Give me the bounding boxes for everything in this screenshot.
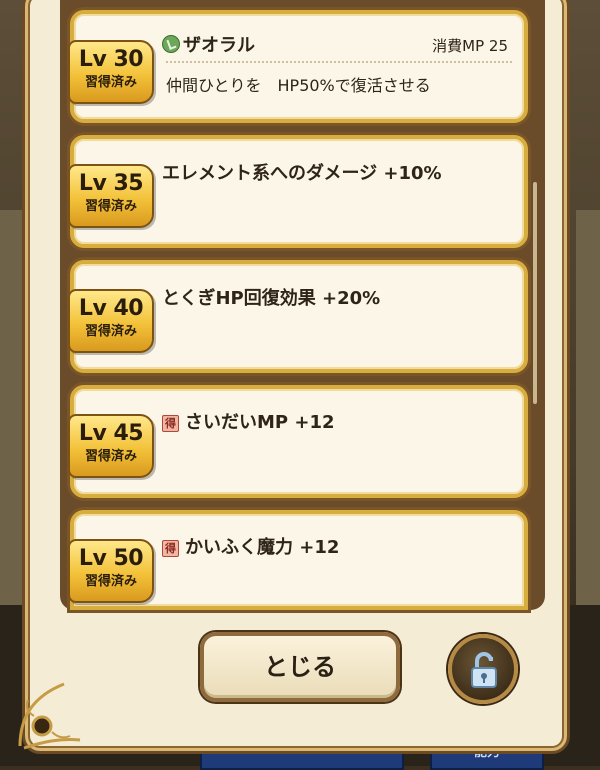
- lock-button[interactable]: [448, 634, 518, 704]
- learned-status: 習得済み: [84, 449, 137, 464]
- level-label: Lv 30: [78, 47, 144, 72]
- scrollbar[interactable]: [533, 182, 537, 404]
- skill-name: とくぎHP回復効果 +20%: [162, 288, 381, 309]
- level-label: Lv 50: [78, 546, 144, 571]
- level-badge-lv45: Lv 45 習得済み: [68, 414, 154, 478]
- corner-ornament-icon: [18, 682, 81, 750]
- skill-name: エレメント系へのダメージ +10%: [162, 163, 442, 184]
- divider: [166, 61, 512, 63]
- skill-name: ザオラル: [162, 31, 255, 57]
- skill-description: 仲間ひとりを HP50%で復活させる: [166, 76, 431, 95]
- herb-icon: [162, 35, 180, 53]
- learned-status: 習得済み: [84, 199, 137, 214]
- close-button[interactable]: とじる: [200, 632, 400, 702]
- mp-cost: 消費MP 25: [432, 37, 508, 55]
- level-label: Lv 35: [78, 171, 144, 196]
- level-badge-lv35: Lv 35 習得済み: [68, 164, 154, 228]
- level-badge-lv50: Lv 50 習得済み: [68, 539, 154, 603]
- bonus-icon: 得: [162, 415, 179, 432]
- learned-status: 習得済み: [84, 75, 137, 90]
- unlocked-padlock-icon: [471, 652, 497, 688]
- skill-name: 得かいふく魔力 +12: [162, 533, 339, 559]
- level-label: Lv 40: [78, 296, 144, 321]
- level-badge-lv30: Lv 30 習得済み: [68, 40, 154, 104]
- level-badge-lv40: Lv 40 習得済み: [68, 289, 154, 353]
- skill-name: 得さいだいMP +12: [162, 408, 335, 434]
- background-wall-left: [0, 210, 24, 610]
- level-label: Lv 45: [78, 421, 144, 446]
- bonus-icon: 得: [162, 540, 179, 557]
- learned-status: 習得済み: [84, 324, 137, 339]
- background-wall-right: [576, 210, 600, 610]
- learned-status: 習得済み: [84, 574, 137, 589]
